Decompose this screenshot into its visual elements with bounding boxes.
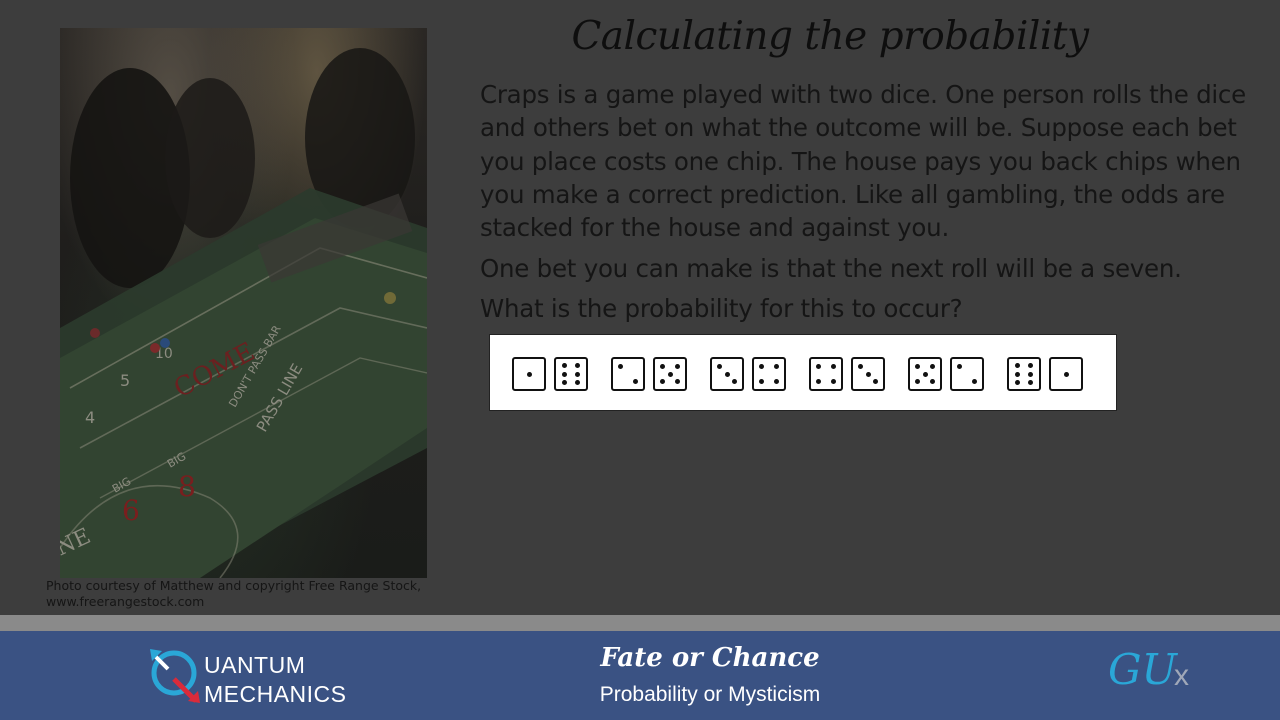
die-face-2-icon	[950, 357, 984, 391]
footer-bar: UANTUM MECHANICS Fate or Chance Probabil…	[0, 631, 1280, 720]
die-face-3-icon	[851, 357, 885, 391]
die-face-1-icon	[512, 357, 546, 391]
gux-logo-gu: GU	[1108, 645, 1177, 694]
course-subtitle: Probability or Mysticism	[599, 683, 821, 706]
photo-label-eight: 8	[178, 470, 196, 503]
gux-logo: GU x	[1108, 645, 1218, 705]
craps-table-photo: COME PASS LINE DON'T PASS BAR BIG 6 BIG …	[60, 28, 427, 578]
logo-word-mechanics: MECHANICS	[204, 681, 347, 707]
die-face-1-icon	[1049, 357, 1083, 391]
bet-paragraph: One bet you can make is that the next ro…	[480, 254, 1182, 283]
logo-word-quantum: UANTUM	[204, 652, 306, 678]
footer-divider	[0, 615, 1280, 631]
die-face-5-icon	[653, 357, 687, 391]
course-title: Fate or Chance	[600, 643, 820, 673]
craps-table-illustration: COME PASS LINE DON'T PASS BAR BIG 6 BIG …	[60, 48, 427, 578]
photo-label-six: 6	[122, 494, 140, 527]
photo-label-four: 4	[85, 408, 95, 427]
die-face-6-icon	[1007, 357, 1041, 391]
intro-paragraph: Craps is a game played with two dice. On…	[480, 80, 1246, 243]
question-paragraph: What is the probability for this to occu…	[480, 294, 963, 323]
gux-logo-x: x	[1174, 659, 1189, 692]
photo-label-five: 5	[120, 371, 130, 390]
quantum-q-icon	[150, 649, 200, 703]
die-face-6-icon	[554, 357, 588, 391]
slide-title: Calculating the probability	[571, 14, 1089, 59]
photo-caption: Photo courtesy of Matthew and copyright …	[46, 578, 422, 609]
die-face-4-icon	[809, 357, 843, 391]
quantum-mechanics-logo: UANTUM MECHANICS	[148, 645, 378, 707]
die-face-4-icon	[752, 357, 786, 391]
slide: COME PASS LINE DON'T PASS BAR BIG 6 BIG …	[0, 0, 1280, 615]
die-face-3-icon	[710, 357, 744, 391]
dice-combinations-box	[489, 334, 1117, 411]
die-face-2-icon	[611, 357, 645, 391]
die-face-5-icon	[908, 357, 942, 391]
